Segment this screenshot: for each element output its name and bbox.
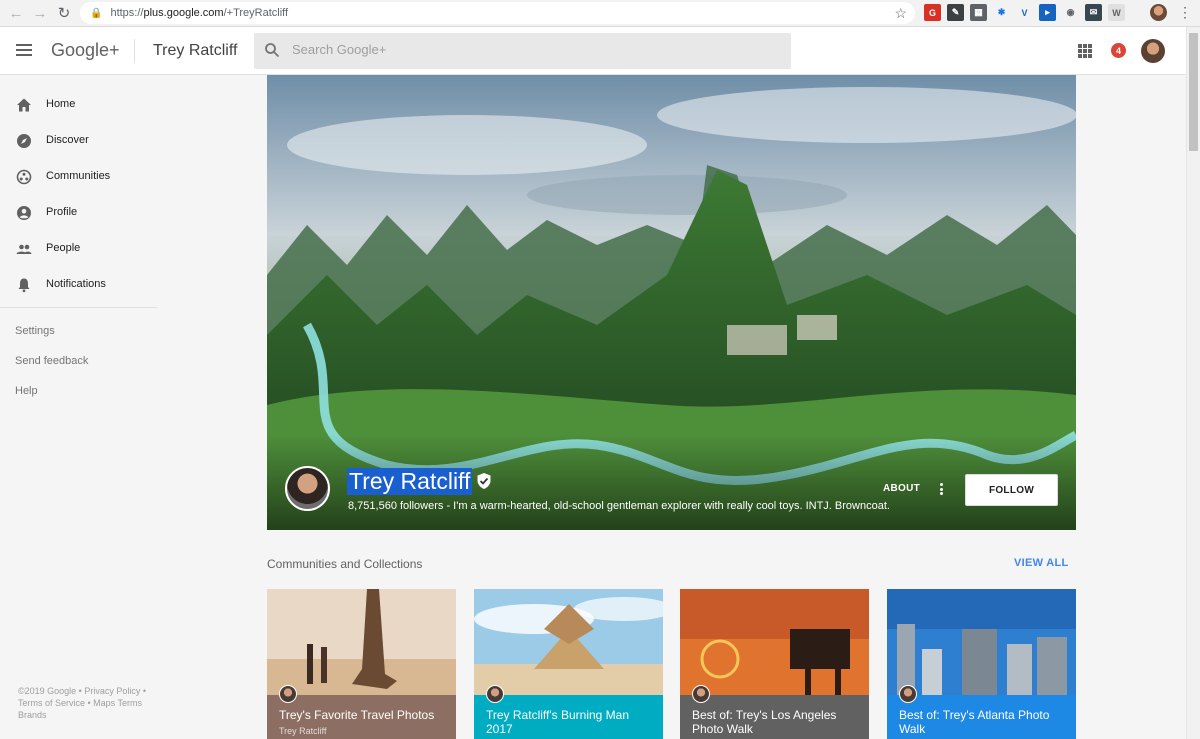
sidebar-item-label: Profile — [46, 206, 78, 218]
reload-icon[interactable]: ↻ — [52, 1, 76, 25]
collections-heading: Communities and Collections — [267, 557, 423, 571]
extension-icon[interactable]: W — [1108, 4, 1125, 21]
collection-cover-image — [680, 589, 869, 695]
sidebar-item-people[interactable]: People — [0, 234, 157, 264]
collection-card[interactable]: Trey Ratcliff's Burning Man 2017 — [474, 589, 663, 739]
communities-icon — [16, 169, 32, 185]
profile-cover: Trey Ratcliff 8,751,560 followers - I'm … — [267, 75, 1076, 530]
bell-icon — [18, 278, 30, 293]
page-title: Trey Ratcliff — [153, 42, 238, 59]
collection-title: Trey's Favorite Travel Photos — [279, 708, 435, 722]
about-button[interactable]: ABOUT — [883, 483, 920, 494]
view-all-link[interactable]: VIEW ALL — [1014, 557, 1069, 569]
browser-toolbar: ← → ↻ 🔒 https://plus.google.com/+TreyRat… — [0, 0, 1200, 27]
extension-icon[interactable]: ▸ — [1039, 4, 1056, 21]
search-bar[interactable] — [254, 33, 791, 69]
extension-icon[interactable]: ✎ — [947, 4, 964, 21]
extension-icon[interactable]: ✱ — [993, 4, 1010, 21]
sidebar-item-label: Discover — [46, 134, 89, 146]
owner-avatar — [486, 685, 504, 703]
collection-card[interactable]: Best of: Trey's Los Angeles Photo Walk — [680, 589, 869, 739]
profile-tagline: 8,751,560 followers - I'm a warm-hearted… — [348, 500, 890, 512]
app-header: Google+ Trey Ratcliff 4 — [0, 27, 1186, 75]
verified-badge-icon — [477, 473, 491, 489]
people-icon — [16, 244, 32, 254]
url-path: /+TreyRatcliff — [223, 7, 289, 19]
main-content: Trey Ratcliff 8,751,560 followers - I'm … — [157, 75, 1186, 739]
more-options-icon[interactable] — [937, 481, 945, 497]
profile-name: Trey Ratcliff — [347, 468, 473, 495]
sidebar-footer: ©2019 Google • Privacy Policy • Terms of… — [18, 686, 146, 720]
header-divider — [134, 39, 135, 63]
collection-title: Best of: Trey's Los Angeles Photo Walk — [692, 708, 837, 736]
collection-cover-image — [267, 589, 456, 695]
bookmark-star-icon[interactable]: ☆ — [894, 5, 907, 22]
notification-badge[interactable]: 4 — [1111, 43, 1126, 58]
extension-icon[interactable]: ▦ — [970, 4, 987, 21]
extensions-bar: G ✎ ▦ ✱ V ▸ ◉ ✉ W — [924, 4, 1125, 21]
google-plus-logo[interactable]: Google+ — [51, 40, 120, 61]
sidebar-item-home[interactable]: Home — [0, 90, 157, 120]
sidebar-item-profile[interactable]: Profile — [0, 198, 157, 228]
extension-icon[interactable]: ✉ — [1085, 4, 1102, 21]
collection-card[interactable]: Best of: Trey's Atlanta Photo Walk — [887, 589, 1076, 739]
extension-icon[interactable]: G — [924, 4, 941, 21]
follow-button[interactable]: FOLLOW — [965, 474, 1058, 506]
collection-card[interactable]: Trey's Favorite Travel Photos Trey Ratcl… — [267, 589, 456, 739]
collection-cover-image — [474, 589, 663, 695]
collection-cover-image — [887, 589, 1076, 695]
extension-icon[interactable]: ◉ — [1062, 4, 1079, 21]
sidebar-item-discover[interactable]: Discover — [0, 126, 157, 156]
sidebar-item-label: Home — [46, 98, 76, 110]
back-arrow-icon[interactable]: ← — [4, 1, 28, 25]
browser-menu-icon[interactable]: ⋮ — [1178, 4, 1192, 21]
sidebar-item-notifications[interactable]: Notifications — [0, 270, 157, 300]
sidebar-item-label: People — [46, 242, 81, 254]
account-avatar[interactable] — [1141, 39, 1165, 63]
profile-icon — [17, 206, 31, 220]
sidebar: Home Discover Communities Profile People… — [0, 75, 157, 739]
url-host: plus.google.com — [143, 7, 224, 19]
sidebar-item-label: Communities — [46, 170, 111, 182]
scrollbar-thumb[interactable] — [1189, 33, 1198, 151]
send-feedback-link[interactable]: Send feedback — [15, 355, 88, 367]
sidebar-divider — [0, 307, 157, 308]
compass-icon — [17, 134, 31, 148]
sidebar-item-communities[interactable]: Communities — [0, 162, 157, 192]
lock-icon: 🔒 — [90, 7, 103, 19]
search-icon — [265, 43, 280, 58]
search-input[interactable] — [292, 42, 772, 57]
forward-arrow-icon[interactable]: → — [28, 1, 52, 25]
owner-avatar — [692, 685, 710, 703]
sidebar-item-label: Notifications — [46, 278, 106, 290]
home-icon — [17, 98, 31, 112]
owner-avatar — [279, 685, 297, 703]
hamburger-menu-icon[interactable] — [16, 44, 32, 58]
url-prefix: https:// — [110, 7, 144, 19]
browser-profile-avatar[interactable] — [1150, 4, 1167, 21]
profile-avatar[interactable] — [285, 466, 330, 511]
extension-icon[interactable]: V — [1016, 4, 1033, 21]
owner-avatar — [899, 685, 917, 703]
collection-title: Best of: Trey's Atlanta Photo Walk — [899, 708, 1050, 736]
collection-owner: Trey Ratcliff — [279, 726, 327, 736]
collection-title: Trey Ratcliff's Burning Man 2017 — [486, 708, 630, 736]
apps-grid-icon[interactable] — [1078, 44, 1092, 58]
page-scrollbar[interactable] — [1186, 27, 1200, 739]
settings-link[interactable]: Settings — [15, 325, 55, 337]
help-link[interactable]: Help — [15, 385, 38, 397]
address-bar[interactable]: 🔒 https://plus.google.com/+TreyRatcliff … — [80, 2, 915, 24]
